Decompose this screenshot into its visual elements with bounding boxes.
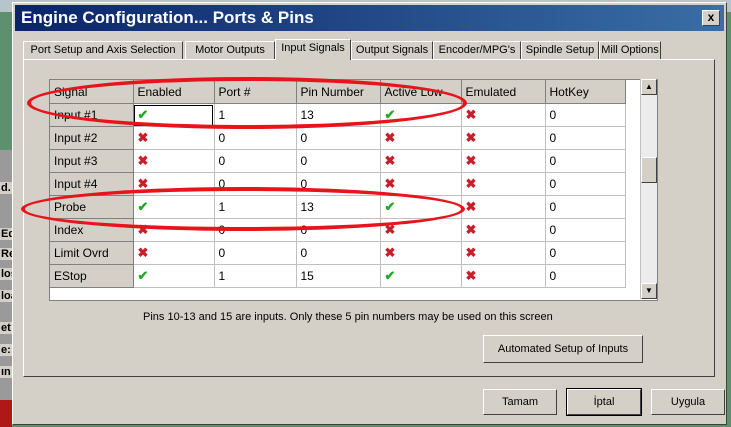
port-cell[interactable]: 0 bbox=[214, 241, 297, 265]
enabled-cell[interactable]: ✖ bbox=[133, 126, 215, 150]
port-cell[interactable]: 0 bbox=[214, 149, 297, 173]
column-header-emulated[interactable]: Emulated bbox=[461, 80, 546, 104]
tab-motor-outputs[interactable]: Motor Outputs bbox=[185, 41, 275, 59]
emulated-cell[interactable]: ✖ bbox=[461, 103, 546, 127]
check-icon: ✔ bbox=[137, 268, 149, 283]
table-row[interactable]: EStop ✔ 1 15 ✔ ✖ 0 bbox=[50, 264, 626, 288]
emulated-cell[interactable]: ✖ bbox=[461, 218, 546, 242]
background-text: d. bbox=[0, 182, 12, 194]
cross-icon: ✖ bbox=[465, 222, 477, 237]
background-text: ın bbox=[0, 366, 12, 378]
scroll-up-button[interactable]: ▲ bbox=[641, 79, 657, 95]
table-row[interactable]: Input #2 ✖ 0 0 ✖ ✖ 0 bbox=[50, 126, 626, 150]
active-low-cell[interactable]: ✖ bbox=[380, 241, 462, 265]
engine-config-dialog: Engine Configuration... Ports & Pins x P… bbox=[12, 2, 727, 425]
cross-icon: ✖ bbox=[384, 176, 396, 191]
dialog-title: Engine Configuration... Ports & Pins bbox=[21, 8, 314, 27]
emulated-cell[interactable]: ✖ bbox=[461, 195, 546, 219]
tab-encoder-mpg[interactable]: Encoder/MPG's bbox=[433, 41, 521, 59]
enabled-cell[interactable]: ✖ bbox=[133, 241, 215, 265]
active-low-cell[interactable]: ✖ bbox=[380, 149, 462, 173]
apply-button[interactable]: Uygula bbox=[651, 389, 725, 415]
pin-number-cell[interactable]: 15 bbox=[296, 264, 381, 288]
scroll-thumb[interactable] bbox=[641, 157, 657, 183]
emulated-cell[interactable]: ✖ bbox=[461, 241, 546, 265]
cross-icon: ✖ bbox=[137, 130, 149, 145]
tab-input-signals[interactable]: Input Signals bbox=[275, 39, 351, 60]
hotkey-cell[interactable]: 0 bbox=[545, 149, 626, 173]
emulated-cell[interactable]: ✖ bbox=[461, 264, 546, 288]
hotkey-cell[interactable]: 0 bbox=[545, 172, 626, 196]
cross-icon: ✖ bbox=[465, 107, 477, 122]
pin-number-cell[interactable]: 0 bbox=[296, 126, 381, 150]
signal-cell: Input #3 bbox=[50, 149, 134, 173]
enabled-cell[interactable]: ✔ bbox=[133, 264, 215, 288]
enabled-cell[interactable]: ✖ bbox=[133, 149, 215, 173]
close-icon: x bbox=[707, 10, 715, 24]
tab-output-signals[interactable]: Output Signals bbox=[351, 41, 433, 59]
background-text: e: bbox=[0, 344, 12, 356]
annotation-ellipse-input1 bbox=[27, 77, 467, 129]
tab-mill-options[interactable]: Mill Options bbox=[599, 41, 661, 59]
signal-cell: Limit Ovrd bbox=[50, 241, 134, 265]
emulated-cell[interactable]: ✖ bbox=[461, 172, 546, 196]
cross-icon: ✖ bbox=[137, 153, 149, 168]
signal-cell: EStop bbox=[50, 264, 134, 288]
hotkey-cell[interactable]: 0 bbox=[545, 103, 626, 127]
dialog-titlebar[interactable]: Engine Configuration... Ports & Pins x bbox=[15, 5, 724, 31]
cross-icon: ✖ bbox=[465, 245, 477, 260]
hotkey-cell[interactable]: 0 bbox=[545, 195, 626, 219]
pin-number-cell[interactable]: 0 bbox=[296, 241, 381, 265]
hotkey-cell[interactable]: 0 bbox=[545, 126, 626, 150]
active-low-cell[interactable]: ✔ bbox=[380, 264, 462, 288]
scroll-down-button[interactable]: ▼ bbox=[641, 283, 657, 299]
table-row[interactable]: Input #3 ✖ 0 0 ✖ ✖ 0 bbox=[50, 149, 626, 173]
signal-cell: Input #2 bbox=[50, 126, 134, 150]
port-cell[interactable]: 0 bbox=[214, 126, 297, 150]
cross-icon: ✖ bbox=[384, 130, 396, 145]
cross-icon: ✖ bbox=[137, 245, 149, 260]
grid-vertical-scrollbar[interactable]: ▲ ▼ bbox=[640, 79, 657, 299]
close-button[interactable]: x bbox=[702, 10, 720, 26]
cross-icon: ✖ bbox=[465, 268, 477, 283]
annotation-ellipse-probe bbox=[21, 187, 465, 231]
ok-button[interactable]: Tamam bbox=[483, 389, 557, 415]
automated-setup-button[interactable]: Automated Setup of Inputs bbox=[483, 335, 643, 363]
column-header-hotkey[interactable]: HotKey bbox=[545, 80, 626, 104]
pin-info-note: Pins 10-13 and 15 are inputs. Only these… bbox=[143, 311, 553, 323]
emulated-cell[interactable]: ✖ bbox=[461, 126, 546, 150]
active-low-cell[interactable]: ✖ bbox=[380, 126, 462, 150]
cross-icon: ✖ bbox=[465, 199, 477, 214]
tab-port-setup[interactable]: Port Setup and Axis Selection bbox=[23, 41, 183, 59]
cross-icon: ✖ bbox=[384, 245, 396, 260]
cross-icon: ✖ bbox=[384, 153, 396, 168]
tab-spindle-setup[interactable]: Spindle Setup bbox=[521, 41, 599, 59]
cross-icon: ✖ bbox=[465, 130, 477, 145]
cancel-button[interactable]: İptal bbox=[566, 388, 642, 416]
emulated-cell[interactable]: ✖ bbox=[461, 149, 546, 173]
background-text: et bbox=[0, 322, 12, 334]
hotkey-cell[interactable]: 0 bbox=[545, 241, 626, 265]
pin-number-cell[interactable]: 0 bbox=[296, 149, 381, 173]
cross-icon: ✖ bbox=[465, 153, 477, 168]
cross-icon: ✖ bbox=[465, 176, 477, 191]
port-cell[interactable]: 1 bbox=[214, 264, 297, 288]
hotkey-cell[interactable]: 0 bbox=[545, 264, 626, 288]
table-row[interactable]: Limit Ovrd ✖ 0 0 ✖ ✖ 0 bbox=[50, 241, 626, 265]
background-red-bar bbox=[0, 400, 12, 427]
hotkey-cell[interactable]: 0 bbox=[545, 218, 626, 242]
check-icon: ✔ bbox=[384, 268, 396, 283]
